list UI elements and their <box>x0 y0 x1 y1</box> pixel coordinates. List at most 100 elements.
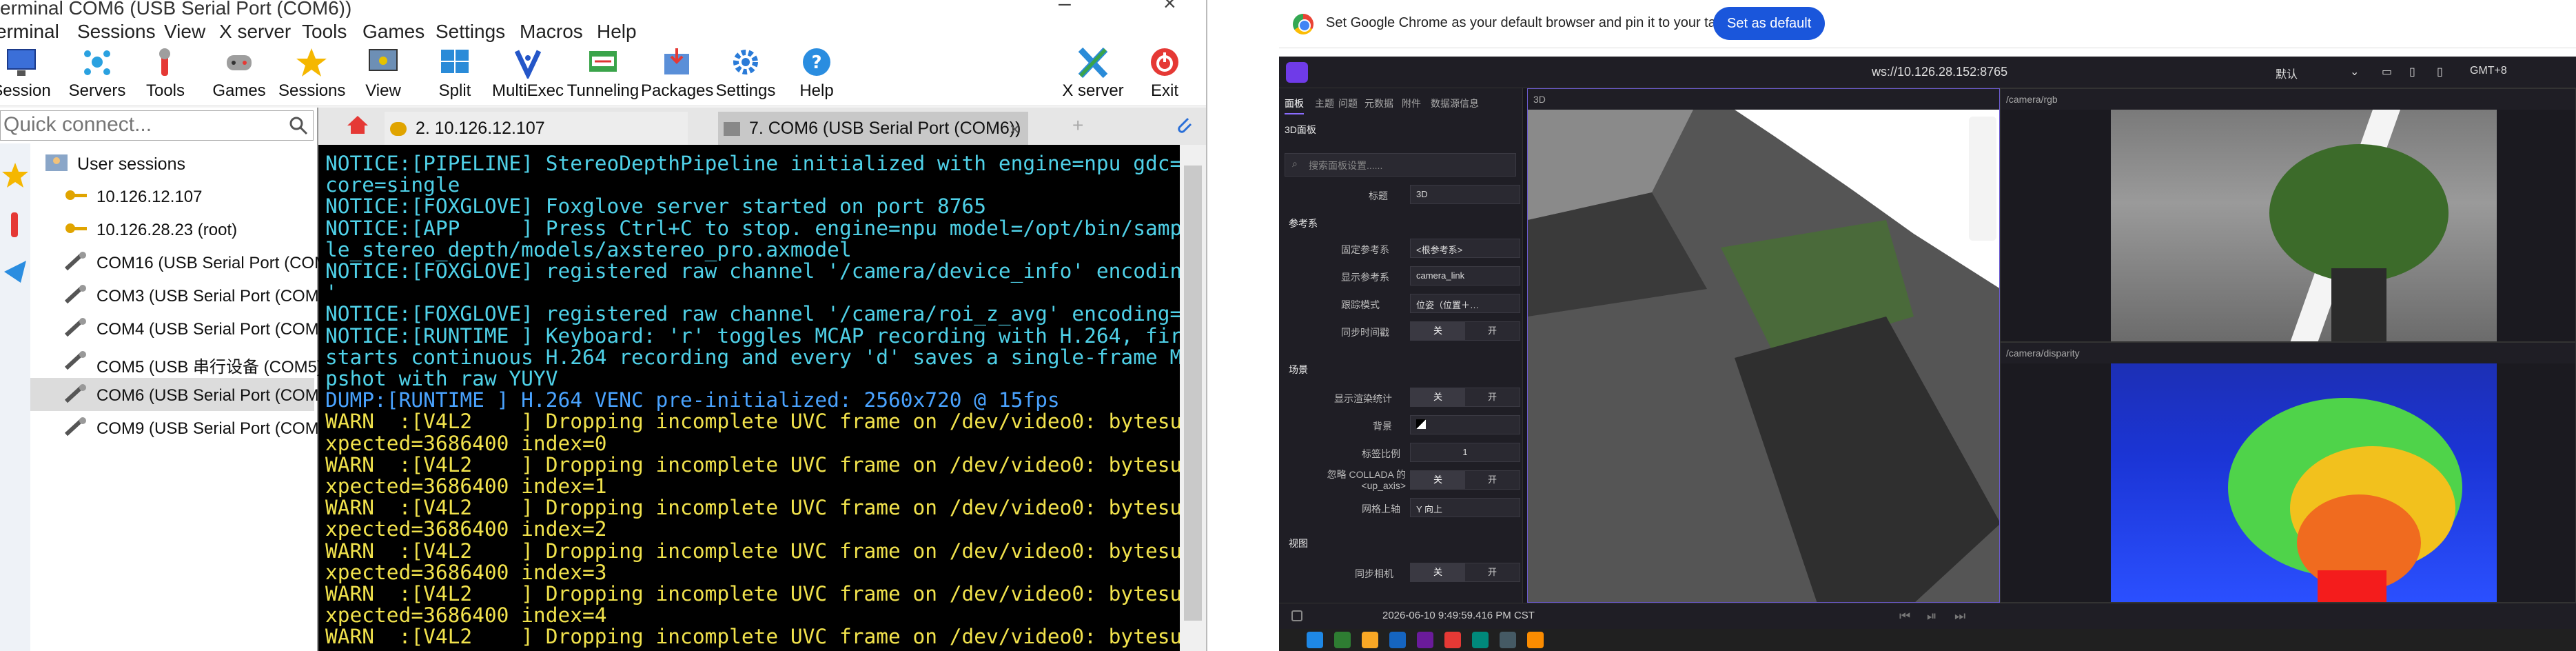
section-frame[interactable]: 参考系 <box>1289 217 1318 230</box>
menu-settings[interactable]: Settings <box>436 21 505 43</box>
disparity-image[interactable] <box>2111 363 2497 602</box>
app-icon[interactable] <box>1417 632 1433 648</box>
session-item[interactable]: 10.126.28.23 (root) <box>30 212 314 246</box>
panel-camera-rgb[interactable]: /camera/rgb <box>2000 88 2576 342</box>
label-scale-field[interactable]: 1 <box>1410 443 1520 462</box>
menu-terminal[interactable]: erminal <box>0 21 59 43</box>
menu-sessions[interactable]: Sessions <box>77 21 156 43</box>
minimize-button[interactable]: – <box>1059 0 1071 16</box>
timezone-label[interactable]: GMT+8 <box>2470 65 2507 77</box>
display-frame-select[interactable]: camera_link <box>1410 266 1520 286</box>
fixed-frame-select[interactable]: <根参考系> <box>1410 239 1520 258</box>
sync-time-toggle[interactable]: 关开 <box>1410 321 1520 341</box>
mesh-up-select[interactable]: Y 向上 <box>1410 498 1520 517</box>
section-scene[interactable]: 场景 <box>1289 363 1308 377</box>
sidebar-right-icon[interactable]: ▯ <box>2437 65 2443 79</box>
tab-datasource[interactable]: 数据源信息 <box>1431 97 1479 110</box>
panel-toggle-icon[interactable]: ▭ <box>2382 65 2392 79</box>
play-icon[interactable]: ⏯ <box>1927 609 1936 623</box>
servers-button[interactable]: Servers <box>66 43 128 106</box>
session-item[interactable]: COM16 (USB Serial Port (COM1 <box>30 246 337 279</box>
terminal-output[interactable]: NOTICE:[PIPELINE] StereoDepthPipeline in… <box>318 145 1180 651</box>
pointcloud-view[interactable] <box>1528 110 1999 602</box>
menu-help[interactable]: Help <box>597 21 637 43</box>
close-button[interactable]: × <box>1163 0 1176 16</box>
exit-button[interactable]: Exit <box>1137 43 1192 106</box>
packages-button[interactable]: Packages <box>641 43 713 106</box>
terminal-line: NOTICE:[FOXGLOVE] registered raw channel… <box>325 259 1180 283</box>
app-icon[interactable] <box>1362 632 1378 648</box>
skip-back-icon[interactable]: ⏮ <box>1899 609 1910 623</box>
app-icon[interactable] <box>1500 632 1516 648</box>
app-icon[interactable] <box>1527 632 1544 648</box>
window-title: erminal COM6 (USB Serial Port (COM6)) <box>0 0 352 19</box>
tools-icon[interactable] <box>1 210 29 243</box>
send-icon[interactable] <box>1 258 29 289</box>
render-stats-toggle[interactable]: 关开 <box>1410 388 1520 407</box>
title-label: 标题 <box>1369 190 1388 201</box>
sidebar-left-icon[interactable]: ▯ <box>2409 65 2415 79</box>
multiexec-button[interactable]: MultiExec <box>489 43 566 106</box>
split-button[interactable]: Split <box>427 43 482 106</box>
tab-problems[interactable]: 问题 <box>1338 97 1358 110</box>
quick-connect-input[interactable] <box>1 111 276 139</box>
foxglove-logo-icon[interactable] <box>1286 62 1308 83</box>
session-item[interactable]: 10.126.12.107 <box>30 179 314 212</box>
settings-search-input[interactable]: ⌕ 搜索面板设置...... <box>1285 153 1516 177</box>
help-button[interactable]: ? Help <box>786 43 848 106</box>
session-item[interactable]: COM4 (USB Serial Port (COM4)) <box>30 312 339 345</box>
panel-camera-disparity[interactable]: /camera/disparity <box>2000 342 2576 603</box>
section-view[interactable]: 视图 <box>1289 537 1308 550</box>
record-icon[interactable] <box>1291 610 1302 621</box>
tunneling-button[interactable]: Tunneling <box>565 43 641 106</box>
menu-macros[interactable]: Macros <box>520 21 583 43</box>
tab-attachments[interactable]: 附件 <box>1402 97 1421 110</box>
session-button[interactable]: Session <box>0 43 52 106</box>
user-sessions-folder[interactable]: User sessions <box>30 146 314 179</box>
panel-3d[interactable]: 3D <box>1527 88 2000 603</box>
star-icon[interactable] <box>1 161 29 192</box>
tab-theme[interactable]: 主题 <box>1315 97 1334 110</box>
terminal-scrollbar[interactable] <box>1180 145 1206 651</box>
tools-button[interactable]: Tools <box>138 43 193 106</box>
session-item[interactable]: COM5 (USB 串行设备 (COM5)) <box>30 345 328 378</box>
tab-ssh-10-126-12-107[interactable]: 2. 10.126.12.107 <box>385 112 688 145</box>
view-button[interactable]: View <box>356 43 411 106</box>
title-field[interactable]: 3D <box>1410 185 1520 204</box>
chevron-down-icon[interactable]: ⌄ <box>2350 65 2359 79</box>
sessions-button[interactable]: Sessions <box>278 43 345 106</box>
set-default-button[interactable]: Set as default <box>1713 7 1826 40</box>
session-item-selected[interactable]: COM6 (USB Serial Port (COM6)) <box>30 378 339 411</box>
menu-xserver[interactable]: X server <box>219 21 291 43</box>
tab-panels[interactable]: 面板 <box>1285 97 1304 114</box>
layout-selector[interactable]: 默认 <box>2276 65 2298 81</box>
session-item[interactable]: COM9 (USB Serial Port (COM9)) <box>30 411 339 444</box>
app-icon[interactable] <box>1334 632 1351 648</box>
menu-games[interactable]: Games <box>362 21 425 43</box>
settings-button[interactable]: Settings <box>711 43 780 106</box>
menu-view[interactable]: View <box>164 21 205 43</box>
rgb-image[interactable] <box>2111 110 2497 341</box>
app-icon[interactable] <box>1389 632 1406 648</box>
tab-metadata[interactable]: 元数据 <box>1364 97 1393 110</box>
sync-camera-toggle[interactable]: 关开 <box>1410 563 1520 582</box>
home-tab-icon[interactable] <box>346 114 369 148</box>
start-icon[interactable] <box>1307 632 1323 648</box>
attachment-icon[interactable] <box>1174 114 1195 148</box>
new-tab-icon[interactable]: + <box>1072 114 1083 148</box>
follow-mode-select[interactable]: 位姿（位置＋… <box>1410 294 1520 313</box>
app-icon[interactable] <box>1472 632 1489 648</box>
xserver-button[interactable]: X server <box>1057 43 1129 106</box>
app-icon[interactable] <box>1444 632 1461 648</box>
session-item[interactable]: COM3 (USB Serial Port (COM3)) <box>30 279 339 312</box>
games-button[interactable]: Games <box>208 43 270 106</box>
scrollbar-thumb[interactable] <box>1184 166 1202 621</box>
skip-forward-icon[interactable]: ⏭ <box>1954 609 1965 623</box>
collada-toggle[interactable]: 关开 <box>1410 470 1520 490</box>
background-color-picker[interactable] <box>1410 415 1520 434</box>
connection-url[interactable]: ws://10.126.28.152:8765 <box>1872 65 2007 79</box>
search-icon[interactable] <box>288 115 309 136</box>
close-tab-icon[interactable]: × <box>1010 119 1020 140</box>
tab-com6[interactable]: 7. COM6 (USB Serial Port (COM6)) × <box>718 112 1028 145</box>
menu-tools[interactable]: Tools <box>302 21 347 43</box>
